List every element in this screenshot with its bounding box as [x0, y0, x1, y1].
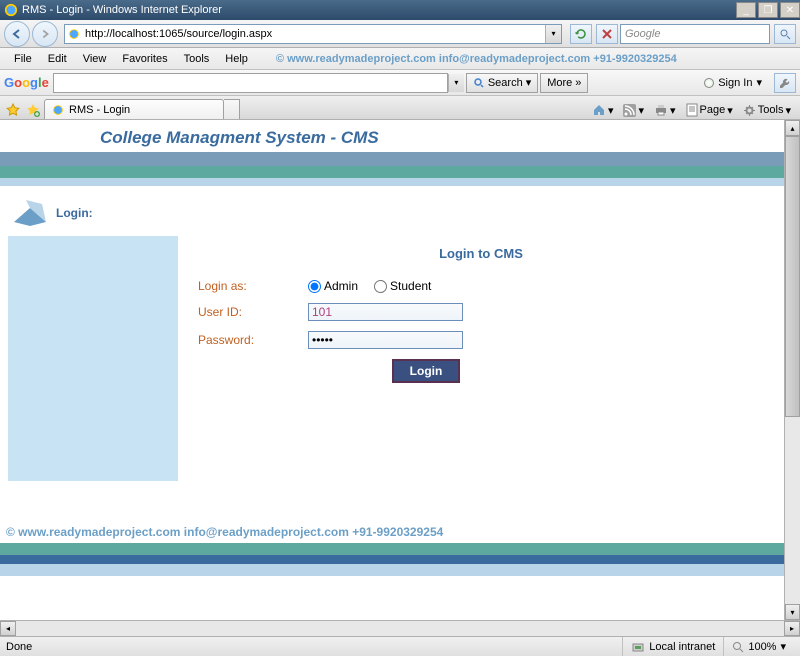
new-tab-button[interactable]	[224, 99, 240, 119]
radio-student[interactable]: Student	[374, 279, 431, 293]
google-search-input[interactable]	[53, 73, 448, 93]
vertical-scrollbar[interactable]: ▴ ▾	[784, 120, 800, 620]
favorites-icon[interactable]	[4, 101, 22, 119]
header-stripe	[0, 178, 784, 186]
form-title: Login to CMS	[198, 246, 764, 261]
header-stripe	[0, 166, 784, 178]
userid-label: User ID:	[198, 305, 308, 319]
intranet-icon	[631, 640, 645, 654]
menu-favorites[interactable]: Favorites	[114, 51, 175, 67]
window-titlebar: RMS - Login - Windows Internet Explorer …	[0, 0, 800, 20]
userid-input[interactable]	[308, 303, 463, 321]
zoom-icon	[732, 641, 744, 653]
page-title: College Managment System - CMS	[100, 128, 784, 148]
menu-view[interactable]: View	[75, 51, 115, 67]
maximize-button[interactable]: ❐	[758, 2, 778, 18]
search-go-button[interactable]	[774, 24, 796, 44]
stop-button[interactable]	[596, 24, 618, 44]
menu-edit[interactable]: Edit	[40, 51, 75, 67]
status-bar: Done Local intranet 100% ▾	[0, 636, 800, 656]
page-icon	[67, 27, 81, 41]
scroll-right-button[interactable]: ▸	[784, 621, 800, 636]
page-viewport: College Managment System - CMS Login: Lo…	[0, 120, 784, 620]
scroll-thumb[interactable]	[785, 136, 800, 417]
nav-toolbar: ▾ Google	[0, 20, 800, 48]
tab-page-icon	[51, 103, 65, 117]
signin-status-icon	[704, 78, 714, 88]
google-search-dropdown[interactable]: ▾	[448, 74, 464, 92]
footer-stripe	[0, 555, 784, 564]
close-button[interactable]: ✕	[780, 2, 800, 18]
password-input[interactable]	[308, 331, 463, 349]
tools-menu-button[interactable]: Tools ▾	[740, 102, 794, 119]
footer-watermark: © www.readymadeproject.com info@readymad…	[0, 521, 784, 543]
horizontal-scrollbar[interactable]: ◂ ▸	[0, 620, 800, 636]
ie-icon	[4, 3, 18, 17]
watermark-text: © www.readymadeproject.com info@readymad…	[276, 53, 677, 65]
search-box[interactable]: Google	[620, 24, 770, 44]
footer-stripe	[0, 543, 784, 555]
page-menu-button[interactable]: Page ▾	[683, 101, 736, 119]
scroll-down-button[interactable]: ▾	[785, 604, 800, 620]
home-button[interactable]: ▾	[589, 101, 617, 119]
status-text: Done	[6, 641, 32, 653]
login-section-label: Login:	[56, 206, 93, 220]
scroll-up-button[interactable]: ▴	[785, 120, 800, 136]
url-dropdown[interactable]: ▾	[545, 25, 561, 43]
menu-file[interactable]: File	[6, 51, 40, 67]
menu-help[interactable]: Help	[217, 51, 256, 67]
address-bar[interactable]: ▾	[64, 24, 562, 44]
minimize-button[interactable]: _	[736, 2, 756, 18]
browser-tab[interactable]: RMS - Login	[44, 99, 224, 119]
login-button[interactable]: Login	[392, 359, 461, 383]
scroll-left-button[interactable]: ◂	[0, 621, 16, 636]
print-button[interactable]: ▾	[651, 101, 679, 119]
back-button[interactable]	[4, 21, 30, 47]
footer-stripe	[0, 564, 784, 576]
left-sidebar	[8, 236, 178, 481]
radio-admin-input[interactable]	[308, 280, 321, 293]
tab-title: RMS - Login	[69, 104, 130, 116]
header-stripe	[0, 152, 784, 166]
radio-student-input[interactable]	[374, 280, 387, 293]
radio-admin[interactable]: Admin	[308, 279, 358, 293]
google-wrench-button[interactable]	[774, 73, 796, 93]
login-icon	[12, 198, 48, 228]
google-signin[interactable]: Sign In ▾	[704, 76, 772, 89]
feeds-button[interactable]: ▾	[620, 102, 647, 119]
refresh-button[interactable]	[570, 24, 592, 44]
menu-tools[interactable]: Tools	[176, 51, 218, 67]
add-favorites-icon[interactable]	[24, 101, 42, 119]
forward-button[interactable]	[32, 21, 58, 47]
google-more-button[interactable]: More »	[540, 73, 588, 93]
window-title: RMS - Login - Windows Internet Explorer	[22, 4, 734, 16]
tab-bar: RMS - Login ▾ ▾ ▾ Page ▾ Tools ▾	[0, 96, 800, 120]
google-logo: Google	[4, 75, 49, 90]
password-label: Password:	[198, 333, 308, 347]
url-input[interactable]	[85, 26, 545, 42]
google-search-button[interactable]: Search ▾	[466, 73, 538, 93]
menu-bar: File Edit View Favorites Tools Help © ww…	[0, 48, 800, 70]
google-toolbar: Google ▾ Search ▾ More » Sign In ▾	[0, 70, 800, 96]
login-as-label: Login as:	[198, 279, 308, 293]
